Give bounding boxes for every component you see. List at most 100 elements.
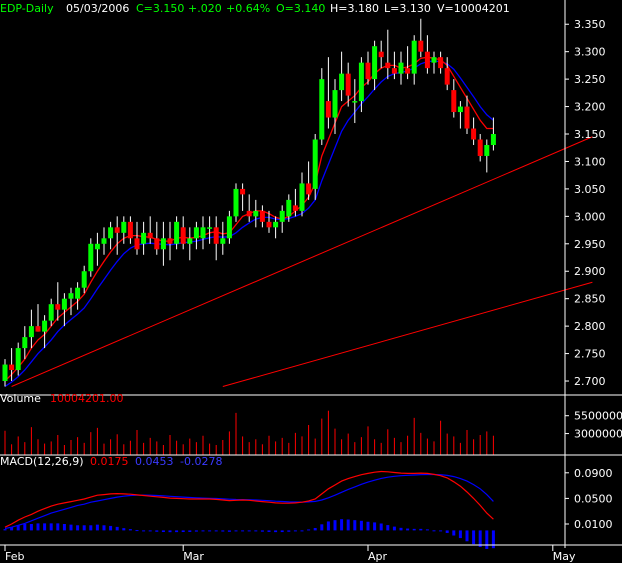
macd-hist-bar bbox=[458, 530, 462, 539]
volume-value: 10004201.00 bbox=[50, 392, 123, 405]
macd-hist-bar bbox=[188, 530, 192, 532]
macd-hist-bar bbox=[307, 529, 311, 531]
macd-hist-bar bbox=[432, 530, 436, 532]
candle-body bbox=[15, 348, 21, 371]
candle-body bbox=[444, 68, 450, 85]
candle-body bbox=[292, 205, 298, 211]
macd-hist-bar bbox=[95, 524, 99, 531]
candle-body bbox=[101, 238, 107, 244]
macd-hist-bar bbox=[36, 523, 40, 531]
macd-hist-bar bbox=[293, 530, 297, 532]
macd-value: 0.0175 bbox=[90, 455, 129, 468]
candle-body bbox=[81, 271, 87, 288]
candle-body bbox=[457, 106, 463, 113]
macd-hist-bar bbox=[379, 523, 383, 531]
macd-hist-bar bbox=[274, 530, 278, 533]
macd-hist-bar bbox=[241, 530, 245, 532]
candle-body bbox=[431, 57, 437, 63]
macd-hist-bar bbox=[3, 529, 7, 531]
macd-hist-bar bbox=[452, 530, 456, 536]
hist-value: -0.0278 bbox=[180, 455, 222, 468]
candle-body bbox=[279, 210, 285, 222]
candle-body bbox=[48, 304, 54, 321]
macd-hist-bar bbox=[340, 519, 344, 531]
candle-body bbox=[68, 293, 74, 299]
price-tick-label: 3.250 bbox=[574, 73, 606, 86]
signal-value: 0.0453 bbox=[135, 455, 174, 468]
candle-body bbox=[259, 210, 265, 222]
candle-body bbox=[477, 139, 483, 156]
time-label: May bbox=[553, 550, 576, 563]
high-label: H=3.180 bbox=[330, 2, 379, 15]
price-tick-label: 3.050 bbox=[574, 183, 606, 196]
candle-body bbox=[180, 227, 186, 244]
macd-hist-bar bbox=[353, 520, 357, 531]
macd-hist-bar bbox=[392, 526, 396, 531]
macd-hist-bar bbox=[155, 530, 159, 532]
price-tick-label: 3.350 bbox=[574, 18, 606, 31]
candle-body bbox=[75, 287, 81, 299]
macd-hist-bar bbox=[102, 525, 106, 531]
candle-body bbox=[365, 62, 371, 80]
candle-body bbox=[233, 188, 239, 217]
candle-body bbox=[451, 90, 457, 113]
macd-hist-bar bbox=[221, 530, 225, 532]
price-axis: 3.350 3.300 3.250 3.200 3.150 3.100 3.050 3.000… bbox=[0, 0, 622, 563]
pct-label: +0.64% bbox=[226, 2, 270, 15]
time-label: Mar bbox=[183, 550, 204, 563]
macd-hist-bar bbox=[168, 530, 172, 533]
candle-body bbox=[160, 238, 166, 250]
candle-body bbox=[174, 221, 180, 244]
candle-body bbox=[464, 106, 470, 129]
close-label: C=3.150 bbox=[136, 2, 184, 15]
price-tick-label: 2.700 bbox=[574, 375, 606, 388]
macd-hist-bar bbox=[465, 530, 469, 542]
macd-hist-bar bbox=[406, 528, 410, 531]
macd-tick-label: 0.0500 bbox=[574, 492, 613, 505]
candle-body bbox=[207, 227, 213, 229]
macd-hist-bar bbox=[109, 525, 113, 531]
volume-tick-label: 5500000 bbox=[574, 410, 622, 423]
candle-body bbox=[88, 243, 94, 272]
candle-body bbox=[114, 227, 120, 233]
macd-hist-bar bbox=[181, 530, 185, 532]
candle-body bbox=[405, 68, 411, 74]
candle-body bbox=[471, 128, 477, 140]
candle-body bbox=[312, 139, 318, 189]
macd-hist-bar bbox=[254, 530, 258, 532]
volume-tick-label: 3000000 bbox=[574, 428, 622, 441]
candle-body bbox=[240, 188, 246, 195]
volume-header-label: V=10004201 bbox=[437, 2, 510, 15]
candle-body bbox=[193, 227, 199, 239]
price-tick-label: 2.850 bbox=[574, 293, 606, 306]
candle-body bbox=[319, 79, 325, 140]
macd-hist-bar bbox=[491, 530, 495, 549]
volume-title: Volume bbox=[0, 392, 41, 405]
candle-body bbox=[9, 364, 15, 371]
open-label: O=3.140 bbox=[276, 2, 325, 15]
candle-body bbox=[108, 227, 114, 239]
low-label: L=3.130 bbox=[384, 2, 431, 15]
candle-body bbox=[378, 51, 384, 58]
trendline bbox=[222, 281, 593, 387]
candle-body bbox=[372, 46, 378, 80]
macd-hist-bar bbox=[300, 530, 304, 532]
candle-body bbox=[424, 51, 430, 69]
macd-hist-bar bbox=[227, 530, 231, 532]
candle-body bbox=[345, 73, 351, 96]
macd-hist-bar bbox=[23, 524, 27, 531]
candle-body bbox=[325, 101, 331, 118]
macd-hist-bar bbox=[128, 529, 132, 531]
macd-hist-bar bbox=[89, 525, 93, 531]
macd-hist-bar bbox=[359, 520, 363, 531]
time-label: Feb bbox=[5, 550, 24, 563]
macd-hist-bar bbox=[201, 530, 205, 532]
candle-body bbox=[246, 210, 252, 217]
candle-body bbox=[2, 364, 8, 382]
price-tick-label: 2.800 bbox=[574, 320, 606, 333]
candle-body bbox=[286, 199, 292, 217]
candle-body bbox=[187, 238, 193, 244]
candle-body bbox=[213, 227, 219, 244]
candle-body bbox=[134, 238, 140, 250]
candle-body bbox=[438, 57, 444, 69]
